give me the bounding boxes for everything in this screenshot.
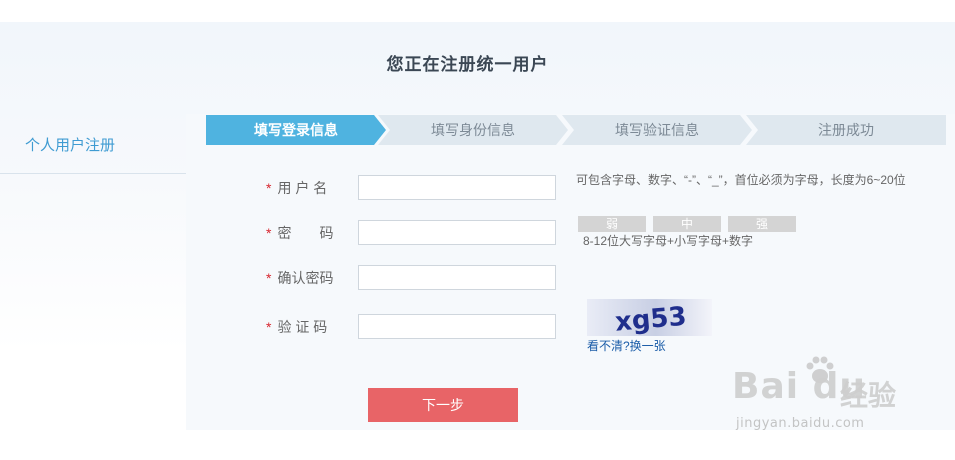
baidu-jingyan-watermark: Bai du 经验 jingyan.baidu.com (728, 352, 918, 442)
step-indicator: 填写登录信息 填写身份信息 填写验证信息 注册成功 (206, 115, 946, 145)
confirm-password-input[interactable] (358, 265, 556, 290)
confirm-password-row: * 确认密码 (186, 265, 955, 291)
username-label: * 用 户 名 (266, 175, 341, 201)
captcha-input[interactable] (358, 314, 556, 339)
watermark-url: jingyan.baidu.com (736, 416, 865, 431)
password-input[interactable] (358, 220, 556, 245)
captcha-row: * 验 证 码 (186, 314, 955, 340)
page-title: 您正在注册统一用户 (386, 55, 549, 74)
username-input[interactable] (358, 175, 556, 200)
password-label: * 密 码 (266, 220, 341, 246)
sidebar: 个人用户注册 (0, 114, 186, 174)
captcha-refresh-link[interactable]: 看不清?换一张 (587, 337, 666, 354)
captcha-label: * 验 证 码 (266, 314, 341, 340)
watermark-brand: 经验 (840, 380, 897, 411)
strength-strong: 强 (728, 216, 796, 232)
password-row: * 密 码 弱 中 强 8-12位大写字母+小写字母+数字 (186, 216, 955, 248)
required-mark: * (266, 319, 272, 335)
confirm-password-label-text: 确认密码 (277, 270, 334, 286)
next-step-button[interactable]: 下一步 (368, 388, 518, 422)
step-fill-identity-info: 填写身份信息 (378, 115, 568, 145)
step-label: 填写登录信息 (254, 122, 338, 138)
step-registration-success: 注册成功 (746, 115, 946, 145)
required-mark: * (266, 225, 272, 241)
step-fill-verification-info: 填写验证信息 (562, 115, 752, 145)
captcha-label-text: 验 证 码 (277, 319, 328, 335)
strength-medium: 中 (653, 216, 721, 232)
username-row: * 用 户 名 可包含字母、数字、“-”、“_”，首位必须为字母，长度为6~20位 (186, 173, 955, 201)
required-mark: * (266, 180, 272, 196)
password-strength-meter: 弱 中 强 8-12位大写字母+小写字母+数字 (578, 216, 808, 248)
captcha-text: xg53 (614, 302, 688, 336)
sidebar-item-personal-registration[interactable]: 个人用户注册 (25, 134, 115, 155)
captcha-image[interactable]: xg53 (587, 299, 712, 336)
confirm-password-label: * 确认密码 (266, 265, 341, 291)
required-mark: * (266, 270, 272, 286)
password-hint: 8-12位大写字母+小写字母+数字 (583, 234, 754, 248)
step-fill-login-info: 填写登录信息 (206, 115, 386, 145)
strength-weak: 弱 (578, 216, 646, 232)
step-label: 填写身份信息 (431, 122, 515, 138)
step-label: 注册成功 (818, 122, 874, 138)
step-label: 填写验证信息 (615, 122, 699, 138)
username-label-text: 用 户 名 (277, 180, 328, 196)
password-label-text: 密 码 (277, 225, 334, 241)
username-hint: 可包含字母、数字、“-”、“_”，首位必须为字母，长度为6~20位 (576, 173, 906, 187)
